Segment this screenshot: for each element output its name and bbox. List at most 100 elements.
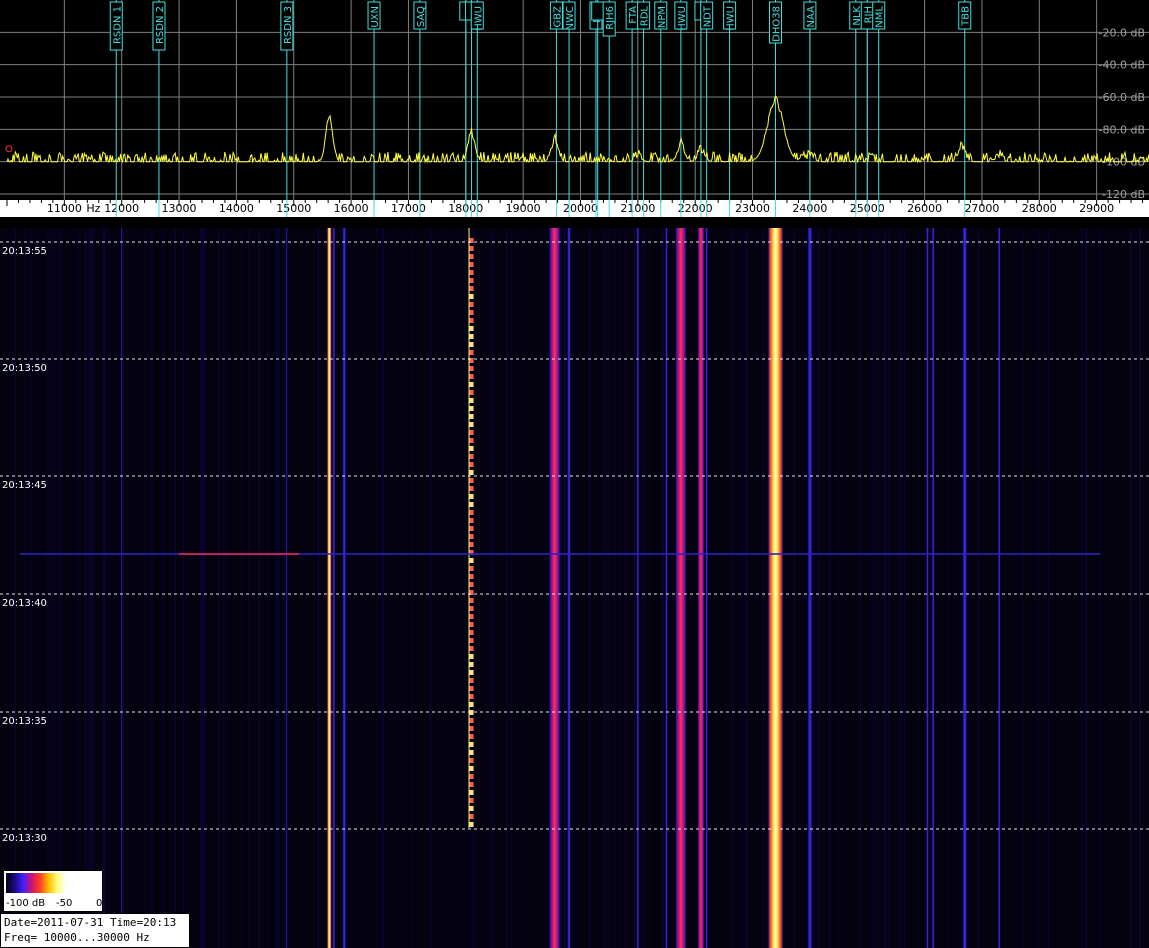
waterfall-noise-line — [90, 228, 92, 948]
waterfall-noise-line — [1015, 228, 1017, 948]
waterfall-keyed-segment — [469, 526, 474, 531]
waterfall-noise-line — [625, 228, 627, 948]
waterfall-keyed-segment — [469, 534, 474, 539]
waterfall-noise-line — [874, 228, 876, 948]
waterfall-keyed-segment — [469, 366, 474, 371]
station-label: NAA — [806, 6, 817, 28]
waterfall-noise-line — [837, 228, 839, 948]
waterfall-keyed-segment — [469, 422, 474, 427]
waterfall-keyed-line — [468, 228, 470, 828]
time-label: 20:13:50 — [2, 363, 47, 374]
waterfall-noise-line — [704, 228, 706, 948]
frequency-axis: 11000 12000 13000 14000 15000 16000 17000 18000… — [0, 200, 1149, 228]
waterfall-keyed-segment — [469, 310, 474, 315]
waterfall-noise-line — [143, 228, 145, 948]
waterfall-signal-band — [926, 228, 929, 948]
waterfall-keyed-segment — [469, 822, 474, 827]
waterfall-noise-line — [382, 228, 384, 948]
station-label: TBB — [961, 6, 972, 27]
waterfall-signal-band — [342, 228, 346, 948]
waterfall-keyed-segment — [469, 470, 474, 475]
waterfall-noise-line — [151, 228, 153, 948]
x-tick-label: 21000 — [620, 202, 655, 215]
waterfall-keyed-segment — [469, 246, 474, 251]
colorbar-legend: -100 dB -50 0 — [3, 870, 103, 912]
colorbar-label-max: 0 — [96, 898, 103, 909]
waterfall-keyed-segment — [469, 454, 474, 459]
waterfall-noise-line — [1086, 228, 1088, 948]
y-tick-label: -120 dB — [1102, 188, 1145, 200]
waterfall-signal-band — [567, 228, 571, 948]
waterfall-noise-line — [762, 228, 764, 948]
waterfall-signal-band — [807, 228, 812, 948]
waterfall-noise-line — [1005, 228, 1007, 948]
waterfall-noise-line — [900, 228, 902, 948]
waterfall-noise-line — [218, 228, 220, 948]
waterfall-keyed-segment — [469, 622, 474, 627]
x-tick-label: 14000 — [219, 202, 254, 215]
waterfall-noise-line — [1139, 228, 1141, 948]
waterfall-keyed-segment — [469, 694, 474, 699]
station-label: DHO38 — [771, 6, 782, 42]
waterfall-noise-line — [464, 228, 466, 948]
waterfall-noise-line — [876, 228, 878, 948]
waterfall-noise-line — [608, 228, 610, 948]
station-label: NWC — [565, 6, 576, 30]
x-tick-label: 23000 — [735, 202, 770, 215]
waterfall-keyed-segment — [469, 574, 474, 579]
station-label: RDL — [640, 6, 651, 27]
waterfall-noise-line — [739, 228, 741, 948]
x-tick-label: 16000 — [334, 202, 369, 215]
station-label: RSDN 2 — [155, 6, 166, 44]
waterfall-noise-line — [813, 228, 815, 948]
x-tick-label: 15000 — [276, 202, 311, 215]
station-label: HWU — [677, 6, 688, 31]
waterfall-signal-band — [121, 228, 123, 948]
waterfall-noise-line — [258, 228, 260, 948]
x-tick-label: 29000 — [1079, 202, 1114, 215]
waterfall-noise-line — [869, 228, 871, 948]
waterfall-signal-band — [705, 228, 708, 948]
waterfall-keyed-segment — [469, 662, 474, 667]
waterfall-noise-line — [346, 228, 348, 948]
waterfall-noise-line — [506, 228, 508, 948]
waterfall-noise-line — [58, 228, 60, 948]
waterfall-signal-band — [675, 228, 686, 948]
waterfall-noise-line — [662, 228, 664, 948]
waterfall-keyed-segment — [469, 814, 474, 819]
waterfall-keyed-segment — [469, 718, 474, 723]
waterfall-noise-line — [644, 228, 646, 948]
waterfall-noise-line — [275, 228, 277, 948]
waterfall-keyed-segment — [469, 782, 474, 787]
waterfall-keyed-segment — [469, 646, 474, 651]
waterfall-noise-line — [278, 228, 280, 948]
waterfall-noise-line — [634, 228, 636, 948]
x-tick-label: 17000 — [391, 202, 426, 215]
waterfall-noise-line — [1140, 228, 1142, 948]
waterfall-keyed-segment — [469, 542, 474, 547]
waterfall-keyed-segment — [469, 790, 474, 795]
waterfall-keyed-segment — [469, 446, 474, 451]
time-label: 20:13:45 — [2, 480, 47, 491]
waterfall-keyed-segment — [469, 486, 474, 491]
colorbar-gradient — [6, 873, 66, 893]
waterfall-noise-line — [859, 228, 861, 948]
waterfall-keyed-segment — [469, 734, 474, 739]
waterfall-keyed-segment — [469, 638, 474, 643]
waterfall-noise-line — [106, 228, 108, 948]
axis-bottom-strip — [0, 217, 1149, 228]
waterfall-noise-line — [1130, 228, 1132, 948]
waterfall-keyed-segment — [469, 406, 474, 411]
waterfall-noise-line — [183, 228, 185, 948]
waterfall-keyed-segment — [469, 582, 474, 587]
waterfall-noise-line — [367, 228, 369, 948]
waterfall-keyed-segment — [469, 462, 474, 467]
waterfall-keyed-segment — [469, 798, 474, 803]
x-tick-label: 27000 — [964, 202, 999, 215]
waterfall-keyed-segment — [469, 318, 474, 323]
colorbar-label-mid: -50 — [56, 898, 73, 909]
waterfall-noise-line — [829, 228, 831, 948]
waterfall-noise-line — [1022, 228, 1024, 948]
colorbar-label-min: -100 dB — [6, 898, 46, 909]
station-label: NDT — [703, 5, 714, 27]
